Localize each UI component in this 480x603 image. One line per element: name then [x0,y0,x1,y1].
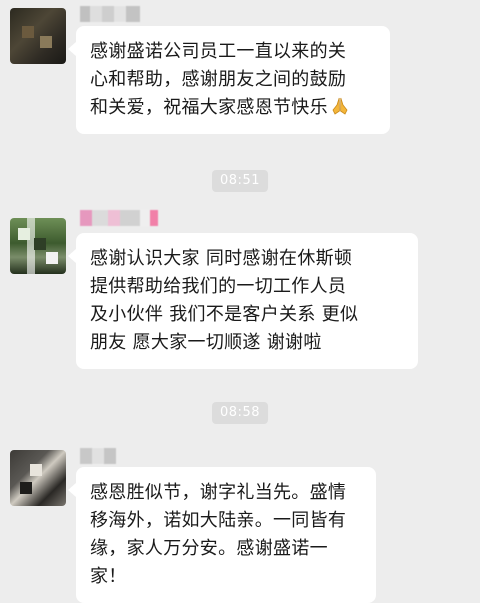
timestamp: 08:58 [212,402,268,424]
sender-name-blurred [80,448,116,464]
avatar-pixel [22,26,34,38]
sender-avatar[interactable] [10,450,66,506]
sender-name-blurred [80,210,158,226]
message-line: 感谢认识大家 同时感谢在休斯顿 [90,248,353,269]
message-line: 家！ [90,566,127,587]
avatar-pixel [20,482,32,494]
message-line-text: 和关爱，祝福大家感恩节快乐 [90,97,328,118]
message-bubble[interactable]: 感谢盛诺公司员工一直以来的关 心和帮助，感谢朋友之间的鼓励 和关爱，祝福大家感恩… [68,26,390,134]
message-line: 感恩胜似节，谢字礼当先。盛情 [90,482,347,503]
sender-name-blurred [80,6,140,22]
sender-avatar[interactable] [10,8,66,64]
sender-avatar[interactable] [10,218,66,274]
timestamp: 08:51 [212,170,268,192]
message-line: 提供帮助给我们的一切工作人员 [90,276,347,297]
avatar-pixel [18,228,30,240]
message-line: 朋友 愿大家一切顺遂 谢谢啦 [90,332,322,353]
message-line: 和关爱，祝福大家感恩节快乐 [90,94,376,122]
avatar-pixel [40,36,52,48]
message-line: 缘，家人万分安。感谢盛诺一 [90,538,328,559]
message-bubble[interactable]: 感恩胜似节，谢字礼当先。盛情 移海外，诺如大陆亲。一同皆有 缘，家人万分安。感谢… [68,467,376,603]
message-line: 心和帮助，感谢朋友之间的鼓励 [90,69,347,90]
avatar-pixel [46,252,58,264]
avatar-pixel [30,464,42,476]
message-bubble[interactable]: 感谢认识大家 同时感谢在休斯顿 提供帮助给我们的一切工作人员 及小伙伴 我们不是… [68,233,418,369]
message-line: 及小伙伴 我们不是客户关系 更似 [90,304,359,325]
avatar-pixel [34,238,46,250]
message-line: 移海外，诺如大陆亲。一同皆有 [90,510,347,531]
message-line: 感谢盛诺公司员工一直以来的关 [90,41,347,62]
praying-hands-icon [332,97,348,115]
